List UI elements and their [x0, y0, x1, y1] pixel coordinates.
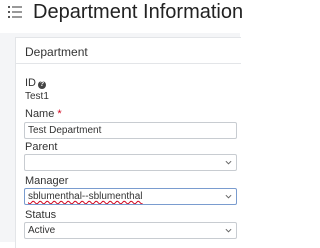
- status-label: Status: [25, 209, 57, 221]
- id-label: ID?: [25, 77, 46, 89]
- content-area: Department ID? Test1 Name * Test Departm…: [0, 33, 241, 248]
- chevron-down-icon: [225, 228, 232, 233]
- section-title: Department: [25, 45, 88, 59]
- status-select[interactable]: Active: [24, 222, 237, 239]
- department-panel: Department ID? Test1 Name * Test Departm…: [15, 37, 241, 248]
- manager-select[interactable]: sblumenthal--sblumenthal: [24, 188, 237, 205]
- manager-select-value: sblumenthal--sblumenthal: [28, 191, 143, 202]
- name-label-text: Name: [25, 108, 55, 120]
- page-header: Department Information: [0, 0, 244, 26]
- status-select-value: Active: [28, 225, 56, 236]
- id-value: Test1: [25, 91, 49, 102]
- page-title: Department Information: [33, 1, 244, 23]
- chevron-down-icon: [225, 160, 232, 165]
- parent-label: Parent: [25, 141, 58, 153]
- name-input[interactable]: Test Department: [24, 122, 237, 139]
- help-icon[interactable]: ?: [38, 81, 46, 89]
- chevron-down-icon: [225, 194, 232, 199]
- menu-list-icon[interactable]: [8, 5, 22, 19]
- manager-label: Manager: [25, 175, 69, 187]
- parent-select[interactable]: [24, 154, 237, 171]
- required-marker: *: [57, 108, 62, 120]
- section-divider: [16, 63, 241, 64]
- name-label: Name *: [25, 108, 62, 120]
- id-label-text: ID: [25, 77, 36, 89]
- name-input-value: Test Department: [28, 125, 102, 136]
